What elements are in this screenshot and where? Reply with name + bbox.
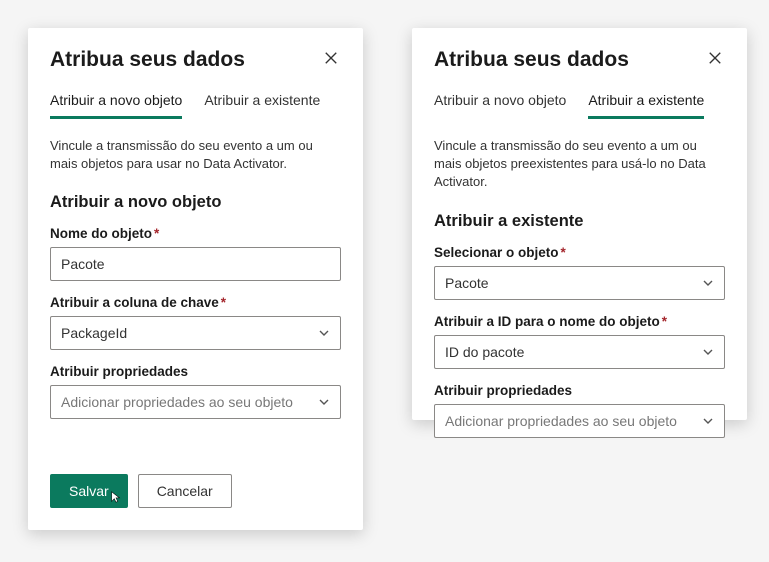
object-name-input[interactable] — [50, 247, 341, 281]
field-select-object: Selecionar o objeto* Pacote — [434, 245, 725, 300]
properties-label: Atribuir propriedades — [50, 364, 341, 379]
tabs: Atribuir a novo objeto Atribuir a existe… — [434, 92, 725, 119]
object-id-dropdown[interactable]: ID do pacote — [434, 335, 725, 369]
key-column-select[interactable]: PackageId — [50, 316, 341, 350]
tab-new-object[interactable]: Atribuir a novo objeto — [50, 92, 182, 119]
panel-title: Atribua seus dados — [50, 48, 245, 72]
footer-buttons: Salvar Cancelar — [50, 474, 232, 508]
field-object-id: Atribuir a ID para o nome do objeto* ID … — [434, 314, 725, 369]
section-title: Atribuir a existente — [434, 212, 725, 231]
panel-description: Vincule a transmissão do seu evento a um… — [50, 137, 341, 173]
close-button[interactable] — [321, 48, 341, 68]
save-button[interactable]: Salvar — [50, 474, 128, 508]
close-icon — [324, 51, 338, 65]
select-object-label: Selecionar o objeto* — [434, 245, 725, 260]
key-column-label: Atribuir a coluna de chave* — [50, 295, 341, 310]
tab-new-object[interactable]: Atribuir a novo objeto — [434, 92, 566, 119]
panel-header: Atribua seus dados — [50, 48, 341, 72]
field-properties: Atribuir propriedades Adicionar propried… — [50, 364, 341, 419]
properties-placeholder: Adicionar propriedades ao seu objeto — [445, 413, 677, 429]
section-title: Atribuir a novo objeto — [50, 193, 341, 212]
key-column-value: PackageId — [61, 325, 127, 341]
cursor-icon — [109, 490, 123, 504]
chevron-down-icon — [702, 346, 714, 358]
chevron-down-icon — [318, 327, 330, 339]
tab-existing[interactable]: Atribuir a existente — [204, 92, 320, 119]
assign-data-panel-existing: Atribua seus dados Atribuir a novo objet… — [412, 28, 747, 420]
select-object-value: Pacote — [445, 275, 489, 291]
properties-select[interactable]: Adicionar propriedades ao seu objeto — [50, 385, 341, 419]
object-name-label: Nome do objeto* — [50, 226, 341, 241]
tabs: Atribuir a novo objeto Atribuir a existe… — [50, 92, 341, 119]
chevron-down-icon — [702, 415, 714, 427]
field-key-column: Atribuir a coluna de chave* PackageId — [50, 295, 341, 350]
chevron-down-icon — [702, 277, 714, 289]
tab-existing[interactable]: Atribuir a existente — [588, 92, 704, 119]
assign-data-panel-new: Atribua seus dados Atribuir a novo objet… — [28, 28, 363, 530]
object-id-label: Atribuir a ID para o nome do objeto* — [434, 314, 725, 329]
close-icon — [708, 51, 722, 65]
properties-placeholder: Adicionar propriedades ao seu objeto — [61, 394, 293, 410]
properties-select[interactable]: Adicionar propriedades ao seu objeto — [434, 404, 725, 438]
cancel-button[interactable]: Cancelar — [138, 474, 232, 508]
object-id-value: ID do pacote — [445, 344, 524, 360]
close-button[interactable] — [705, 48, 725, 68]
field-properties: Atribuir propriedades Adicionar propried… — [434, 383, 725, 438]
field-object-name: Nome do objeto* — [50, 226, 341, 281]
chevron-down-icon — [318, 396, 330, 408]
panel-title: Atribua seus dados — [434, 48, 629, 72]
panel-header: Atribua seus dados — [434, 48, 725, 72]
select-object-dropdown[interactable]: Pacote — [434, 266, 725, 300]
panel-description: Vincule a transmissão do seu evento a um… — [434, 137, 725, 192]
properties-label: Atribuir propriedades — [434, 383, 725, 398]
